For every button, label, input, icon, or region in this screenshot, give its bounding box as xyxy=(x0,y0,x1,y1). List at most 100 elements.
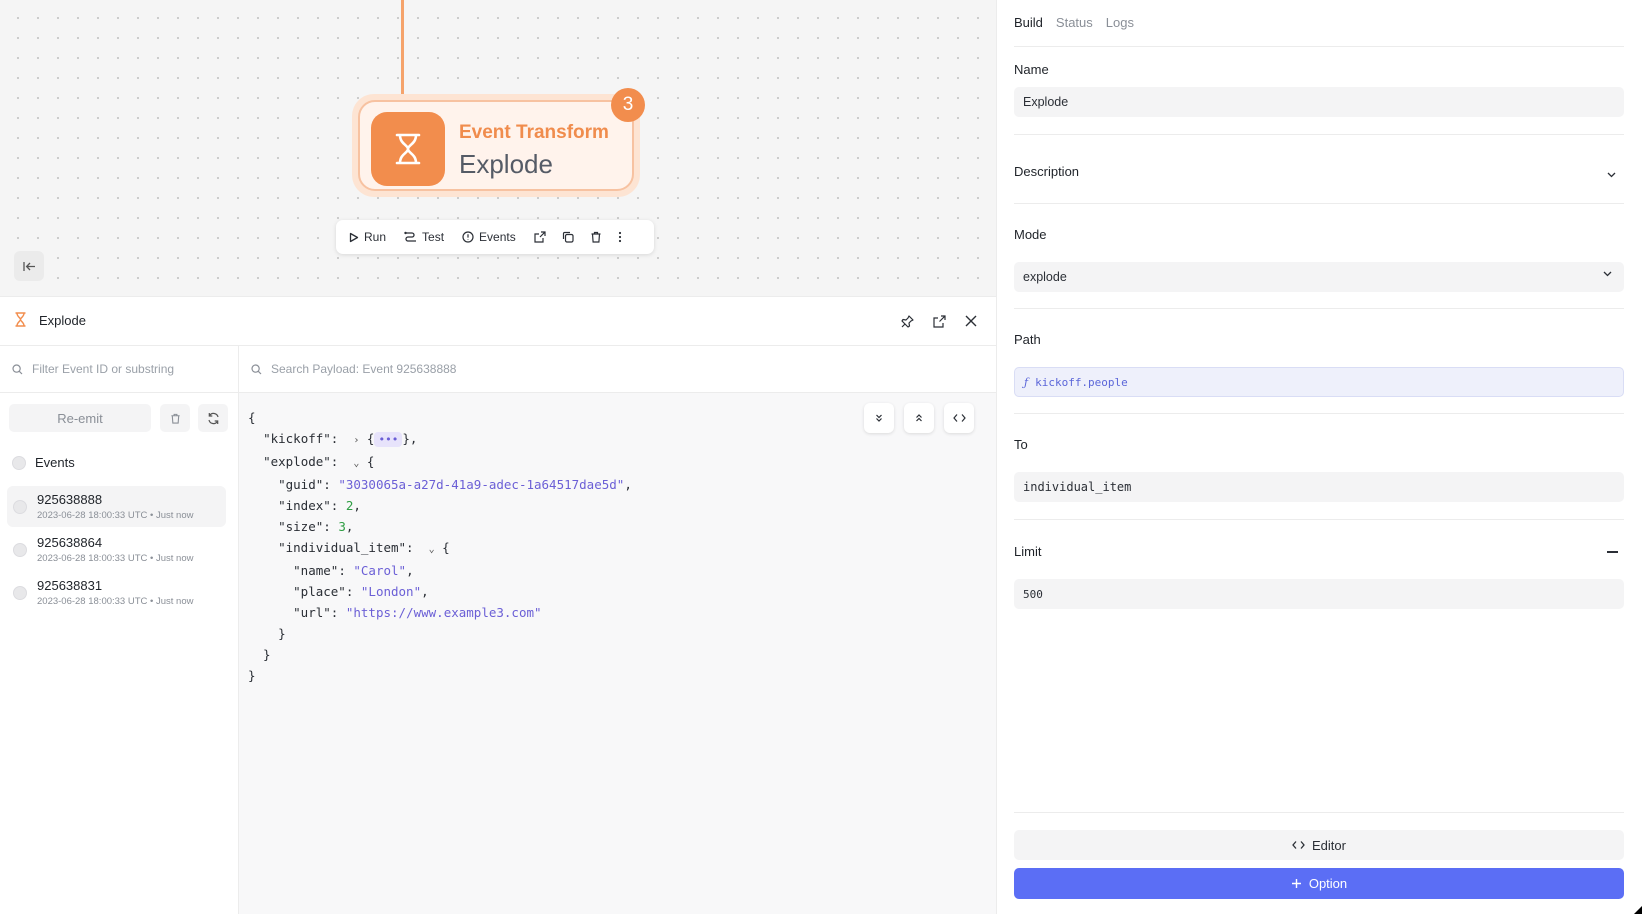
divider xyxy=(1014,203,1624,204)
pin-icon[interactable] xyxy=(897,311,917,331)
event-select-radio[interactable] xyxy=(13,543,27,557)
play-icon xyxy=(349,232,359,242)
close-icon[interactable] xyxy=(961,311,981,331)
to-field-value: individual_item xyxy=(1023,480,1132,494)
delete-events-button[interactable] xyxy=(160,404,190,432)
plus-icon xyxy=(1291,879,1301,888)
open-external-icon[interactable] xyxy=(929,311,949,331)
event-id: 925638864 xyxy=(37,535,103,550)
test-route-icon xyxy=(404,231,417,242)
divider xyxy=(1014,308,1624,309)
divider xyxy=(1014,46,1624,47)
code-brackets-icon xyxy=(1292,841,1305,849)
json-string: "London" xyxy=(360,584,422,599)
expand-all-button[interactable] xyxy=(864,403,894,433)
limit-label: Limit xyxy=(1014,544,1042,559)
raw-code-button[interactable] xyxy=(944,403,974,433)
description-chevron-down-icon[interactable] xyxy=(1607,166,1616,181)
minus-icon[interactable] xyxy=(1607,551,1618,553)
refresh-events-button[interactable] xyxy=(198,404,228,432)
corner-decoration xyxy=(1634,906,1642,914)
events-heading-label: Events xyxy=(35,455,75,470)
run-label: Run xyxy=(364,230,387,244)
run-button[interactable]: Run xyxy=(348,230,386,244)
json-key: "kickoff" xyxy=(263,431,331,446)
refresh-icon xyxy=(207,412,219,424)
collapse-panel-button[interactable] xyxy=(14,251,44,281)
tab-logs[interactable]: Logs xyxy=(1106,15,1134,30)
add-option-button[interactable]: Option xyxy=(1014,868,1624,899)
duplicate-icon[interactable] xyxy=(562,231,574,243)
event-select-radio[interactable] xyxy=(13,500,27,514)
node-toolbar: Run Test Events xyxy=(336,220,654,254)
node-type-label: Event Transform xyxy=(459,122,609,143)
path-field-value: kickoff.people xyxy=(1035,375,1128,389)
arrow-to-left-icon xyxy=(22,261,35,271)
test-button[interactable]: Test xyxy=(404,230,444,244)
editor-button-label: Editor xyxy=(1312,837,1346,853)
limit-field[interactable]: 500 xyxy=(1014,579,1624,609)
json-key: "place" xyxy=(293,584,346,599)
config-tabs: Build Status Logs xyxy=(1014,15,1134,30)
panel-header: Explode xyxy=(0,297,996,346)
path-field[interactable]: ƒ kickoff.people xyxy=(1014,367,1624,397)
trash-icon xyxy=(170,413,180,424)
json-key: "size" xyxy=(278,519,324,534)
events-heading[interactable]: Events xyxy=(12,455,75,470)
events-button[interactable]: Events xyxy=(462,230,516,244)
event-list-item[interactable]: 925638888 2023-06-28 18:00:33 UTC • Just… xyxy=(7,486,226,527)
collapse-all-button[interactable] xyxy=(904,403,934,433)
name-field-value: Explode xyxy=(1023,95,1069,109)
name-field[interactable]: Explode xyxy=(1014,87,1624,117)
editor-button[interactable]: Editor xyxy=(1014,830,1624,860)
collapse-chevron-icon[interactable]: ⌄ xyxy=(429,544,435,555)
event-id: 925638831 xyxy=(37,578,103,593)
search-icon xyxy=(251,363,262,374)
chevrons-down-icon xyxy=(876,414,882,422)
workflow-canvas[interactable]: Event Transform Explode 3 Run Test Event… xyxy=(0,0,996,297)
workflow-node-card[interactable]: Event Transform Explode xyxy=(358,100,634,191)
node-name-label: Explode xyxy=(459,149,553,179)
tab-status[interactable]: Status xyxy=(1056,15,1093,30)
hourglass-icon xyxy=(371,112,445,186)
tab-build[interactable]: Build xyxy=(1014,15,1043,30)
json-string: "https://www.example3.com" xyxy=(345,605,542,620)
event-select-radio[interactable] xyxy=(13,586,27,600)
json-key: "individual_item" xyxy=(278,540,407,555)
divider xyxy=(1014,413,1624,414)
add-option-label: Option xyxy=(1308,876,1348,891)
description-label: Description xyxy=(1014,164,1080,179)
re-emit-button[interactable]: Re-emit xyxy=(9,404,151,432)
event-id: 925638888 xyxy=(37,492,103,507)
to-field[interactable]: individual_item xyxy=(1014,472,1624,502)
select-all-radio[interactable] xyxy=(12,455,26,470)
collapsed-ellipsis[interactable]: ••• xyxy=(374,432,403,447)
trash-icon[interactable] xyxy=(590,231,602,243)
workflow-node[interactable]: Event Transform Explode xyxy=(352,94,640,197)
payload-search-placeholder: Search Payload: Event 925638888 xyxy=(271,362,457,376)
event-list-item[interactable]: 925638864 2023-06-28 18:00:33 UTC • Just… xyxy=(7,529,226,570)
event-timestamp: 2023-06-28 18:00:33 UTC • Just now xyxy=(37,596,194,607)
expand-chevron-icon[interactable]: › xyxy=(353,435,359,446)
collapse-chevron-icon[interactable]: ⌄ xyxy=(353,458,359,469)
mode-select-value: explode xyxy=(1023,270,1067,284)
json-key: "url" xyxy=(293,605,331,620)
event-list-item[interactable]: 925638831 2023-06-28 18:00:33 UTC • Just… xyxy=(7,572,226,613)
limit-field-value: 500 xyxy=(1023,587,1043,601)
mode-label: Mode xyxy=(1014,227,1047,242)
json-string: "3030065a-a27d-41a9-adec-1a64517dae5d" xyxy=(338,477,625,492)
event-timestamp: 2023-06-28 18:00:33 UTC • Just now xyxy=(37,553,194,564)
json-number: 3 xyxy=(338,519,346,534)
payload-search-input[interactable]: Search Payload: Event 925638888 xyxy=(239,346,996,393)
more-vertical-icon[interactable] xyxy=(618,231,622,243)
json-key: "explode" xyxy=(263,454,331,469)
chevron-down-icon xyxy=(1603,271,1612,277)
info-circle-icon xyxy=(462,231,474,243)
mode-select[interactable]: explode xyxy=(1014,262,1624,292)
node-connector-line xyxy=(401,0,404,108)
test-label: Test xyxy=(422,230,445,244)
chevrons-up-icon xyxy=(916,414,922,422)
event-timestamp: 2023-06-28 18:00:33 UTC • Just now xyxy=(37,510,194,521)
open-external-icon[interactable] xyxy=(534,231,546,243)
event-filter-input[interactable]: Filter Event ID or substring xyxy=(0,346,239,393)
